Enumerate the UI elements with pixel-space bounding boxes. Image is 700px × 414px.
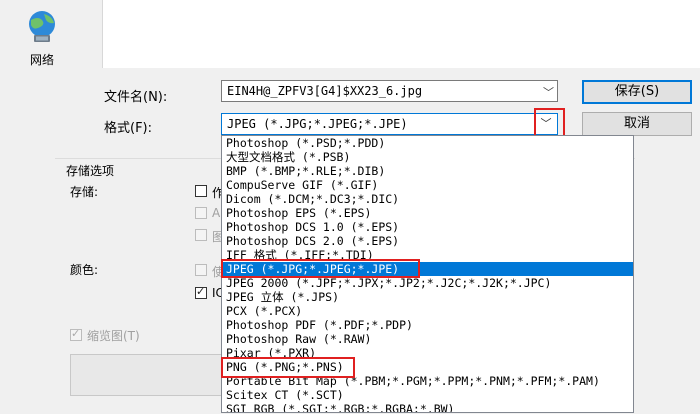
- format-option[interactable]: PCX (*.PCX): [222, 304, 633, 318]
- filename-value: EIN4H@_ZPFV3[G4]$XX23_6.jpg: [227, 84, 423, 98]
- format-option[interactable]: Photoshop DCS 2.0 (*.EPS): [222, 234, 633, 248]
- color-label: 颜色:: [70, 263, 99, 277]
- format-option[interactable]: BMP (*.BMP;*.RLE;*.DIB): [222, 164, 633, 178]
- format-option[interactable]: Dicom (*.DCM;*.DC3;*.DIC): [222, 192, 633, 206]
- thumbnail-label: 缩览图(T): [87, 329, 140, 343]
- filename-input[interactable]: EIN4H@_ZPFV3[G4]$XX23_6.jpg ﹀: [221, 80, 558, 102]
- network-globe-icon: [29, 11, 55, 42]
- format-option[interactable]: JPEG 立体 (*.JPS): [222, 290, 633, 304]
- format-option[interactable]: Photoshop EPS (*.EPS): [222, 206, 633, 220]
- file-list-area[interactable]: [102, 0, 700, 68]
- format-select-value: JPEG (*.JPG;*.JPEG;*.JPE): [227, 117, 408, 131]
- storage-options-title: 存储选项: [66, 164, 115, 178]
- color-checkbox-2[interactable]: [195, 285, 207, 299]
- format-select[interactable]: JPEG (*.JPG;*.JPEG;*.JPE) ﹀: [221, 113, 558, 135]
- storage-label: 存储:: [70, 185, 99, 199]
- format-option[interactable]: Photoshop PDF (*.PDF;*.PDP): [222, 318, 633, 332]
- format-option[interactable]: Photoshop (*.PSD;*.PDD): [222, 136, 633, 150]
- format-option[interactable]: IFF 格式 (*.IFF;*.TDI): [222, 248, 633, 262]
- format-option[interactable]: SGI RGB (*.SGI;*.RGB;*.RGBA;*.BW): [222, 402, 633, 412]
- format-option[interactable]: Scitex CT (*.SCT): [222, 388, 633, 402]
- chevron-down-icon[interactable]: ﹀: [543, 84, 554, 100]
- thumbnail-preview: [70, 354, 222, 396]
- storage-checkbox-2[interactable]: [195, 207, 207, 219]
- filename-label: 文件名(N):: [104, 90, 168, 105]
- format-option[interactable]: 大型文档格式 (*.PSB): [222, 150, 633, 164]
- thumbnail-checkbox[interactable]: [70, 327, 82, 341]
- cancel-button[interactable]: 取消: [582, 112, 692, 136]
- color-checkbox-1[interactable]: [195, 264, 207, 276]
- format-option[interactable]: CompuServe GIF (*.GIF): [222, 178, 633, 192]
- format-option[interactable]: JPEG 2000 (*.JPF;*.JPX;*.JP2;*.J2C;*.J2K…: [222, 276, 633, 290]
- network-label: 网络: [29, 53, 54, 67]
- chevron-down-icon[interactable]: ﹀: [535, 114, 557, 134]
- format-option[interactable]: Photoshop DCS 1.0 (*.EPS): [222, 220, 633, 234]
- format-option[interactable]: Photoshop Raw (*.RAW): [222, 332, 633, 346]
- format-option[interactable]: PNG (*.PNG;*.PNS): [222, 360, 633, 374]
- format-dropdown-list[interactable]: Photoshop (*.PSD;*.PDD) 大型文档格式 (*.PSB) BMP…: [221, 135, 634, 413]
- network-place[interactable]: 网络: [18, 8, 66, 68]
- format-option[interactable]: Portable Bit Map (*.PBM;*.PGM;*.PPM;*.PN…: [222, 374, 633, 388]
- save-button[interactable]: 保存(S): [582, 80, 692, 104]
- format-option[interactable]: Pixar (*.PXR): [222, 346, 633, 360]
- storage-checkbox-3[interactable]: [195, 229, 207, 241]
- storage-checkbox-1[interactable]: [195, 185, 207, 197]
- format-label: 格式(F):: [104, 121, 153, 136]
- format-option[interactable]: JPEG (*.JPG;*.JPEG;*.JPE): [222, 262, 633, 276]
